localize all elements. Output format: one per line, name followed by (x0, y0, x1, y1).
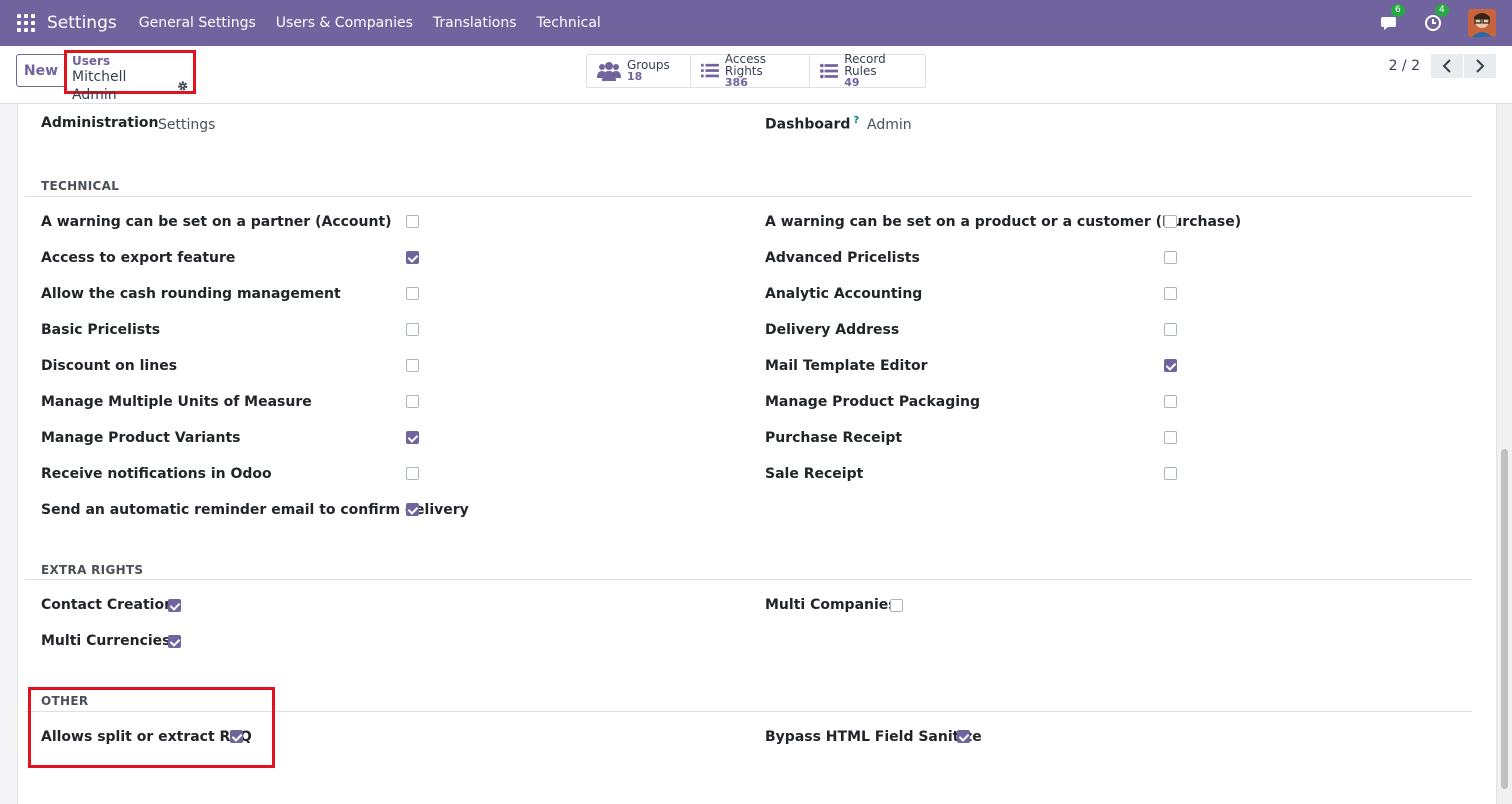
highlight-box (28, 687, 275, 768)
field-label: Delivery Address (765, 322, 900, 338)
access-rights-label: Access Rights (724, 52, 766, 78)
pager: 2 / 2 (1389, 54, 1496, 78)
checkbox[interactable] (406, 251, 419, 264)
chevron-left-icon (1442, 59, 1451, 73)
dashboard-label: Dashboard? (765, 115, 859, 133)
section-extra-rights-title: EXTRA RIGHTS (41, 563, 144, 577)
menu-technical[interactable]: Technical (537, 15, 601, 31)
checkbox[interactable] (1164, 431, 1177, 444)
checkbox[interactable] (1164, 215, 1177, 228)
section-divider (25, 196, 1472, 197)
activities-button[interactable]: 4 (1424, 4, 1449, 33)
field-label: Send an automatic reminder email to conf… (41, 502, 469, 518)
messages-badge: 6 (1391, 4, 1405, 17)
field-label: Sale Receipt (765, 466, 864, 482)
access-rights-button[interactable]: Access Rights 386 (691, 52, 810, 89)
checkbox[interactable] (1164, 251, 1177, 264)
activities-badge: 4 (1435, 4, 1449, 17)
field-label: Manage Product Packaging (765, 394, 981, 410)
field-label: Mail Template Editor (765, 358, 928, 374)
field-label: Analytic Accounting (765, 286, 923, 302)
scrollbar-thumb[interactable] (1501, 449, 1508, 789)
checkbox[interactable] (1164, 359, 1177, 372)
field-label: Manage Multiple Units of Measure (41, 394, 312, 410)
field-label: Advanced Pricelists (765, 250, 920, 266)
record-rules-button[interactable]: Record Rules 49 (810, 52, 925, 89)
top-navbar: Settings General Settings Users & Compan… (0, 0, 1512, 46)
checkbox[interactable] (406, 395, 419, 408)
checkbox[interactable] (168, 599, 181, 612)
gear-icon[interactable] (177, 80, 188, 92)
checkbox[interactable] (1164, 323, 1177, 336)
administration-label: Administration (41, 115, 159, 131)
groups-count: 18 (627, 70, 643, 83)
section-divider (25, 579, 1472, 580)
field-label: Contact Creation (41, 597, 175, 613)
field-label: Access to export feature (41, 250, 236, 266)
chevron-right-icon (1476, 59, 1485, 73)
record-name: Mitchell Admin (72, 69, 127, 103)
checkbox[interactable] (406, 359, 419, 372)
dashboard-label-text: Dashboard (765, 116, 851, 133)
checkbox[interactable] (406, 503, 419, 516)
control-panel: New Users Mitchell Admin Groups 18 Acces… (0, 46, 1512, 104)
field-label: Bypass HTML Field Sanitize (765, 729, 982, 745)
new-button[interactable]: New (16, 54, 66, 87)
breadcrumb: Users Mitchell Admin (64, 50, 196, 103)
users-icon (597, 62, 621, 81)
menu-translations[interactable]: Translations (433, 15, 517, 31)
menu-general-settings[interactable]: General Settings (139, 15, 256, 31)
record-rules-label: Record Rules (844, 52, 886, 78)
field-label: Purchase Receipt (765, 430, 903, 446)
section-technical-title: TECHNICAL (41, 179, 120, 193)
field-label: Basic Pricelists (41, 322, 161, 338)
checkbox[interactable] (957, 730, 970, 743)
dashboard-select[interactable]: Admin (867, 117, 912, 133)
checkbox[interactable] (406, 323, 419, 336)
checkbox[interactable] (890, 599, 903, 612)
checkbox[interactable] (406, 431, 419, 444)
groups-button[interactable]: Groups 18 (587, 55, 691, 87)
app-grid-icon[interactable] (17, 14, 35, 32)
list-icon (820, 63, 839, 79)
user-avatar[interactable] (1468, 9, 1496, 37)
field-label: Discount on lines (41, 358, 178, 374)
checkbox[interactable] (1164, 287, 1177, 300)
checkbox[interactable] (406, 287, 419, 300)
pager-value[interactable]: 2 / 2 (1389, 58, 1420, 74)
app-title[interactable]: Settings (47, 13, 117, 33)
checkbox[interactable] (1164, 395, 1177, 408)
field-label: Multi Companies (765, 597, 897, 613)
menu-users-companies[interactable]: Users & Companies (276, 15, 413, 31)
messages-button[interactable]: 6 (1380, 4, 1405, 33)
administration-select[interactable]: Settings (158, 117, 215, 133)
checkbox[interactable] (168, 635, 181, 648)
pager-next-button[interactable] (1464, 54, 1496, 78)
list-icon (701, 63, 719, 78)
field-label: A warning can be set on a partner (Accou… (41, 214, 392, 230)
access-rights-count: 386 (724, 76, 748, 89)
field-label: Receive notifications in Odoo (41, 466, 272, 482)
scrollbar[interactable] (1497, 104, 1512, 804)
field-label: Multi Currencies (41, 633, 171, 649)
breadcrumb-parent[interactable]: Users (72, 55, 188, 68)
field-label: Allow the cash rounding management (41, 286, 341, 302)
help-icon[interactable]: ? (853, 115, 859, 126)
checkbox[interactable] (1164, 467, 1177, 480)
pager-previous-button[interactable] (1431, 54, 1463, 78)
breadcrumb-current: Mitchell Admin (72, 68, 188, 104)
field-label: Manage Product Variants (41, 430, 241, 446)
checkbox[interactable] (406, 467, 419, 480)
record-rules-count: 49 (844, 76, 860, 89)
checkbox[interactable] (406, 215, 419, 228)
smart-buttons: Groups 18 Access Rights 386 Record Rules… (586, 52, 926, 89)
